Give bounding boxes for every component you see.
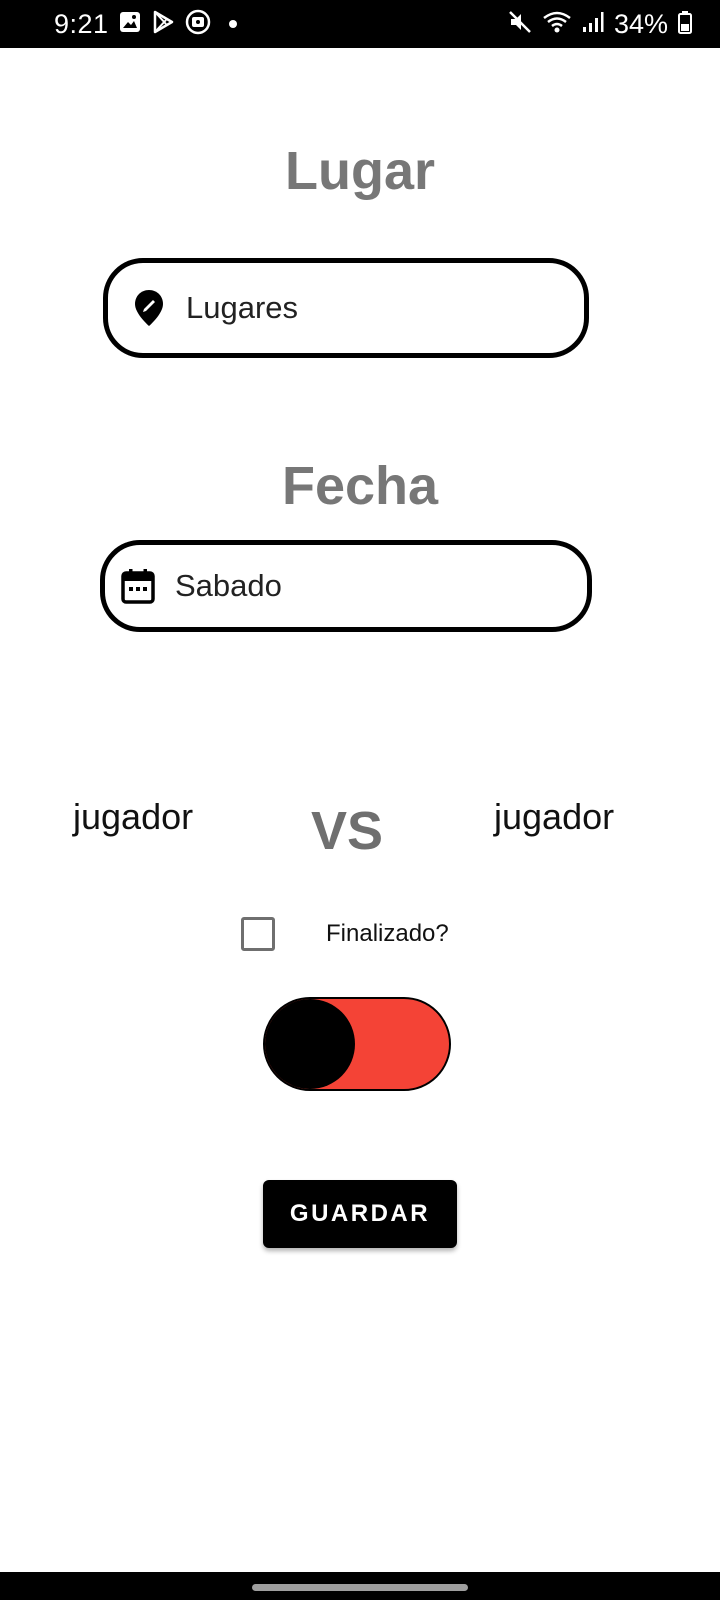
wifi-icon [542,10,572,39]
status-left: 9:21 [54,9,508,40]
gallery-icon [119,11,141,38]
date-heading: Fecha [281,456,439,516]
status-time: 9:21 [54,8,109,39]
finished-label: Finalizado? [326,920,449,947]
app-notification-icon [185,9,211,40]
place-value: Lugares [186,290,299,325]
date-field[interactable]: Sabado [100,540,592,632]
date-value: Sabado [175,568,282,603]
battery-icon [678,10,692,39]
battery-percent: 34% [613,8,668,39]
finished-checkbox[interactable] [241,917,275,951]
status-bar: 9:21 34% [0,0,720,48]
location-pin-icon [132,290,166,326]
home-gesture-handle[interactable] [252,1584,468,1591]
player2-selector[interactable]: jugador [494,796,614,838]
place-heading: Lugar [284,141,435,201]
status-toggle[interactable] [263,997,451,1091]
calendar-icon [121,569,155,604]
player1-selector[interactable]: jugador [73,796,193,838]
vs-label: VS [311,801,384,861]
status-right: 34% [508,9,692,40]
play-store-icon [151,10,175,39]
mute-icon [508,10,532,39]
save-button[interactable]: GUARDAR [263,1180,457,1248]
notification-dot [228,20,237,28]
place-field[interactable]: Lugares [103,258,589,358]
toggle-thumb[interactable] [265,999,355,1089]
signal-icon [582,10,604,39]
